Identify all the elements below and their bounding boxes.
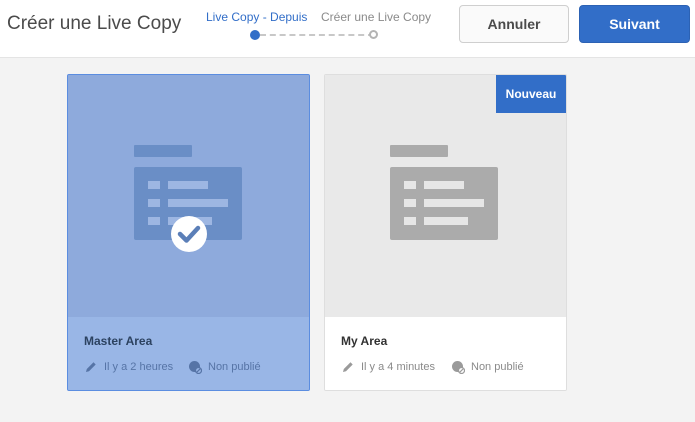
card-edited: Il y a 4 minutes [341, 360, 435, 374]
page-title: Créer une Live Copy [7, 13, 182, 34]
card-my-area[interactable]: Nouveau My Area Il y a 4 minutes Non pub… [324, 74, 567, 391]
step-create-label[interactable]: Créer une Live Copy [321, 10, 431, 24]
card-title: My Area [341, 334, 388, 348]
next-button[interactable]: Suivant [579, 5, 690, 43]
card-meta: My Area Il y a 4 minutes Non publié [325, 317, 566, 390]
card-status-text: Non publié [208, 361, 261, 373]
step-source-label[interactable]: Live Copy - Depuis [206, 10, 307, 24]
pencil-icon [343, 362, 353, 372]
folder-icon [390, 145, 498, 240]
wizard-steps: Live Copy - Depuis Créer une Live Copy [206, 10, 436, 42]
pencil-icon [86, 362, 96, 372]
card-status: Non publié [451, 360, 524, 374]
card-master-area[interactable]: Master Area Il y a 2 heures Non publié [67, 74, 310, 391]
checkmark-icon [171, 216, 207, 252]
card-title: Master Area [84, 334, 153, 348]
card-status-text: Non publié [471, 361, 524, 373]
card-edited: Il y a 2 heures [84, 360, 173, 374]
cancel-button[interactable]: Annuler [459, 5, 569, 43]
card-status: Non publié [188, 360, 261, 374]
step-connector [260, 34, 374, 36]
step-current-dot [250, 30, 260, 40]
card-meta: Master Area Il y a 2 heures Non publié [68, 317, 309, 390]
step-next-dot [369, 30, 378, 39]
new-badge: Nouveau [496, 75, 566, 113]
globe-unpublished-icon [452, 361, 465, 374]
card-thumbnail [68, 75, 309, 317]
top-bar: Créer une Live Copy Live Copy - Depuis C… [0, 0, 695, 58]
card-thumbnail: Nouveau [325, 75, 566, 317]
card-edited-text: Il y a 4 minutes [361, 361, 435, 373]
card-edited-text: Il y a 2 heures [104, 361, 174, 373]
globe-unpublished-icon [189, 361, 202, 374]
